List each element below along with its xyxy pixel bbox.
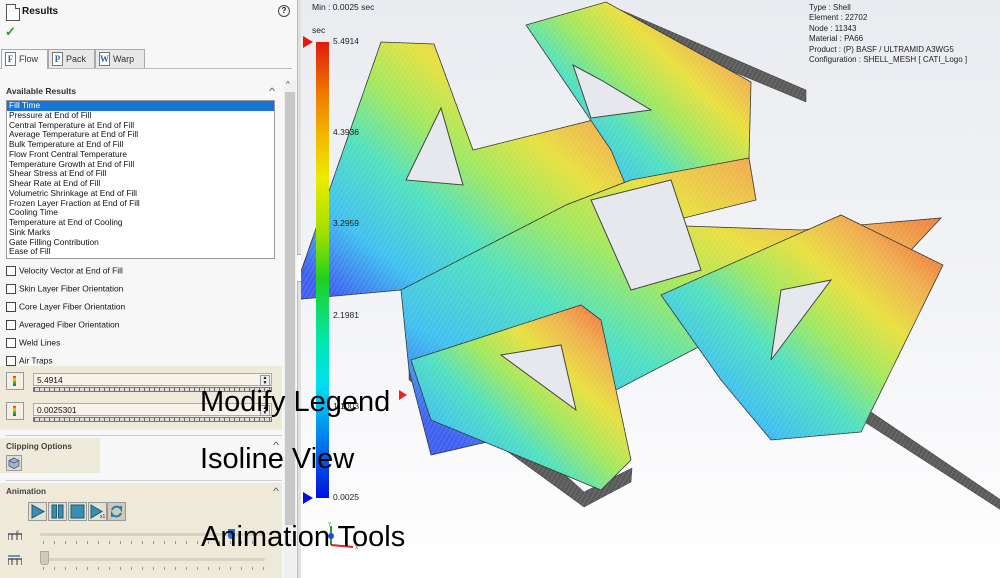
model-info-line: Configuration : SHELL_MESH [ CATI_Logo ] xyxy=(809,55,968,65)
spin-arrows-icon[interactable]: ▲ ▼ xyxy=(260,375,270,386)
legend-tick-label: 3.2959 xyxy=(333,218,359,229)
legend-tick-label: 2.1981 xyxy=(333,309,359,320)
legend-tick-label: 5.4914 xyxy=(333,36,359,46)
tab-label: Warp xyxy=(113,54,135,64)
clipping-cube-button[interactable] xyxy=(6,455,22,471)
speed-slider-ticks xyxy=(43,567,265,570)
pack-icon: P xyxy=(52,52,63,66)
clipping-options-title: Clipping Options xyxy=(6,442,72,451)
legend-unit: sec xyxy=(312,25,326,35)
tab-label: Flow xyxy=(19,54,39,64)
help-icon[interactable]: ? xyxy=(278,5,290,17)
panel-title: Results xyxy=(22,6,59,17)
checkbox[interactable] xyxy=(6,283,16,294)
model-info-block: Type : Shell Element : 22702 Node : 11343 M… xyxy=(809,3,967,65)
stop-icon xyxy=(70,504,85,519)
graphics-viewport[interactable]: Min : 0.0025 sec sec 5.4914 4.3936 3.2959 2… xyxy=(301,0,1000,578)
tab-warp[interactable]: W Warp xyxy=(95,49,145,68)
tab-label: Pack xyxy=(66,54,87,64)
checkbox-label: Averaged Fiber Orientation xyxy=(19,319,120,330)
checkbox-label: Velocity Vector at End of Fill xyxy=(19,265,123,276)
checkbox-row[interactable]: Velocity Vector at End of Fill xyxy=(6,265,123,277)
ok-checkmark-button[interactable]: ✓ xyxy=(5,24,16,40)
property-manager-panel: Results ? ✓ F Flow P Pack W Warp Available … xyxy=(0,0,297,578)
play-button[interactable] xyxy=(28,502,47,521)
collapse-chevron-icon[interactable]: ^ xyxy=(273,486,279,496)
legend-max-value: 5.4914 xyxy=(37,375,63,385)
divider xyxy=(6,435,282,436)
legend-min-value: 0.0025301 xyxy=(37,405,77,415)
checkbox[interactable] xyxy=(6,337,16,348)
pause-icon xyxy=(51,504,64,519)
model-info-line: Node : 11343 xyxy=(809,23,857,33)
speed-icon xyxy=(8,555,22,565)
svg-text:x1: x1 xyxy=(100,514,105,519)
available-results-title: Available Results xyxy=(6,86,77,96)
legend-max-input[interactable]: 5.4914 ▲ ▼ xyxy=(33,373,272,386)
warp-icon: W xyxy=(99,52,110,66)
gate-marker-icon xyxy=(399,390,407,400)
legend-color-bar[interactable] xyxy=(316,42,329,498)
flow-icon: F xyxy=(5,52,16,66)
checkbox-label: Weld Lines xyxy=(19,337,61,348)
panel-scrollbar[interactable]: ^ xyxy=(284,80,296,578)
model-info-line: Element : 22702 xyxy=(809,13,868,23)
checkbox-row[interactable]: Core Layer Fiber Orientation xyxy=(6,301,125,313)
play-icon xyxy=(31,504,45,519)
checkbox-row[interactable]: Averaged Fiber Orientation xyxy=(6,319,119,331)
checkbox-label: Air Traps xyxy=(19,355,53,366)
legend-tick-label: 4.3936 xyxy=(333,127,359,138)
legend-min-marker-icon[interactable] xyxy=(303,492,313,504)
results-document-icon xyxy=(6,4,20,21)
analysis-tabs: F Flow P Pack W Warp xyxy=(0,48,292,69)
animation-title: Animation xyxy=(6,487,47,496)
svg-text:#: # xyxy=(16,530,19,536)
available-results-list[interactable]: Fill Time Pressure at End of Fill Central … xyxy=(6,100,275,259)
checkbox-row[interactable]: Weld Lines xyxy=(6,337,60,349)
loop-icon xyxy=(111,505,122,518)
legend-max-marker-icon[interactable] xyxy=(303,36,313,48)
step-play-icon: x1 xyxy=(90,504,105,519)
stop-button[interactable] xyxy=(68,502,87,521)
loop-button[interactable] xyxy=(107,502,126,521)
legend-tick-label: 0.0025 xyxy=(333,492,359,502)
tab-flow[interactable]: F Flow xyxy=(1,49,48,69)
model-info-line: Material : PA66 xyxy=(809,34,864,44)
annotation-modify-legend: Modify Legend xyxy=(200,386,391,418)
model-info-line: Product : (P) BASF / ULTRAMID A3WG5 xyxy=(809,44,954,54)
speed-slider-thumb[interactable] xyxy=(40,551,49,565)
divider xyxy=(6,480,282,481)
annotation-animation-tools: Animation Tools xyxy=(201,521,406,553)
clipping-options-box: Clipping Options xyxy=(0,438,100,473)
checkbox[interactable] xyxy=(6,265,16,276)
tab-pack[interactable]: P Pack xyxy=(48,49,95,68)
legend-min-icon[interactable] xyxy=(6,402,24,420)
model-info-line: Type : Shell xyxy=(809,3,851,12)
collapse-chevron-icon[interactable]: ^ xyxy=(269,86,275,96)
checkbox-label: Skin Layer Fiber Orientation xyxy=(19,283,124,294)
part-model-3d[interactable] xyxy=(301,0,1000,578)
checkbox[interactable] xyxy=(6,355,16,366)
min-value-label: Min : 0.0025 sec xyxy=(312,2,375,12)
checkbox[interactable] xyxy=(6,301,16,312)
annotation-isoline-view: Isoline View xyxy=(200,443,355,475)
legend-max-icon[interactable] xyxy=(6,372,24,390)
checkbox-label: Core Layer Fiber Orientation xyxy=(19,301,126,312)
checkbox-row[interactable]: Skin Layer Fiber Orientation xyxy=(6,283,123,295)
results-list-item[interactable]: Ease of Fill xyxy=(7,246,274,257)
checkbox[interactable] xyxy=(6,319,16,330)
scroll-up-icon[interactable]: ^ xyxy=(286,80,290,89)
speed-slider[interactable] xyxy=(40,558,265,561)
panel-header: Results ? ✓ xyxy=(0,0,297,48)
pause-button[interactable] xyxy=(48,502,67,521)
step-play-button[interactable]: x1 xyxy=(88,502,107,521)
frame-number-icon: # xyxy=(8,530,22,540)
cube-icon xyxy=(8,457,20,469)
